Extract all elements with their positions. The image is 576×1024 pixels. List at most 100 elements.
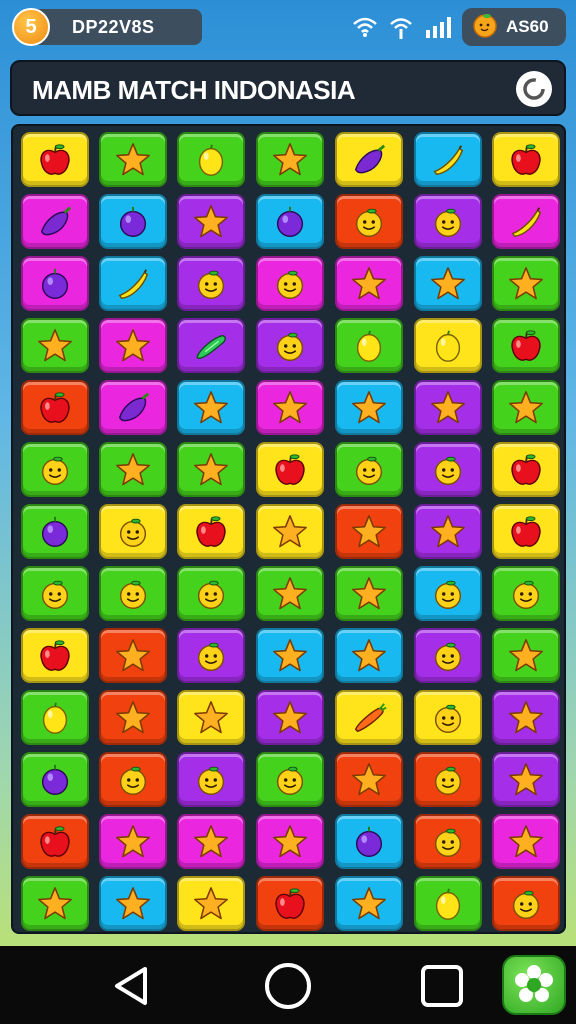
tile-r9-c4[interactable] xyxy=(256,628,324,683)
tile-r8-c6[interactable] xyxy=(414,566,482,621)
tile-r2-c6[interactable] xyxy=(414,194,482,249)
tile-r12-c1[interactable] xyxy=(21,814,89,869)
tile-r1-c1[interactable] xyxy=(21,132,89,187)
tile-r13-c1[interactable] xyxy=(21,876,89,931)
tile-r12-c4[interactable] xyxy=(256,814,324,869)
tile-r6-c4[interactable] xyxy=(256,442,324,497)
tile-r7-c6[interactable] xyxy=(414,504,482,559)
tile-r1-c2[interactable] xyxy=(99,132,167,187)
tile-r6-c1[interactable] xyxy=(21,442,89,497)
tile-r12-c3[interactable] xyxy=(177,814,245,869)
tile-r1-c5[interactable] xyxy=(335,132,403,187)
tile-r8-c5[interactable] xyxy=(335,566,403,621)
tile-r11-c6[interactable] xyxy=(414,752,482,807)
tile-r2-c5[interactable] xyxy=(335,194,403,249)
tile-r5-c4[interactable] xyxy=(256,380,324,435)
tile-r7-c7[interactable] xyxy=(492,504,560,559)
tile-r9-c7[interactable] xyxy=(492,628,560,683)
tile-r11-c4[interactable] xyxy=(256,752,324,807)
tile-r3-c5[interactable] xyxy=(335,256,403,311)
tile-r13-c3[interactable] xyxy=(177,876,245,931)
tile-r4-c4[interactable] xyxy=(256,318,324,373)
tile-r4-c2[interactable] xyxy=(99,318,167,373)
tile-r1-c4[interactable] xyxy=(256,132,324,187)
flower-button[interactable] xyxy=(502,955,566,1015)
tile-r7-c5[interactable] xyxy=(335,504,403,559)
tile-r12-c2[interactable] xyxy=(99,814,167,869)
face-icon xyxy=(429,575,467,613)
tile-r3-c1[interactable] xyxy=(21,256,89,311)
tile-r8-c4[interactable] xyxy=(256,566,324,621)
tile-r3-c3[interactable] xyxy=(177,256,245,311)
tile-r4-c5[interactable] xyxy=(335,318,403,373)
tile-r13-c7[interactable] xyxy=(492,876,560,931)
tile-r3-c6[interactable] xyxy=(414,256,482,311)
tile-r10-c3[interactable] xyxy=(177,690,245,745)
tile-r12-c7[interactable] xyxy=(492,814,560,869)
coins-pill[interactable]: AS60 xyxy=(462,8,566,46)
tile-r9-c6[interactable] xyxy=(414,628,482,683)
tile-r6-c7[interactable] xyxy=(492,442,560,497)
tile-r2-c2[interactable] xyxy=(99,194,167,249)
home-button[interactable] xyxy=(262,960,314,1012)
tile-r11-c3[interactable] xyxy=(177,752,245,807)
refresh-button[interactable] xyxy=(516,71,552,107)
tile-r5-c1[interactable] xyxy=(21,380,89,435)
tile-r4-c3[interactable] xyxy=(177,318,245,373)
tile-r3-c4[interactable] xyxy=(256,256,324,311)
tile-r4-c6[interactable] xyxy=(414,318,482,373)
tile-r1-c7[interactable] xyxy=(492,132,560,187)
tile-r3-c7[interactable] xyxy=(492,256,560,311)
tile-r8-c3[interactable] xyxy=(177,566,245,621)
tile-r2-c3[interactable] xyxy=(177,194,245,249)
tile-r3-c2[interactable] xyxy=(99,256,167,311)
tile-r7-c2[interactable] xyxy=(99,504,167,559)
tile-r5-c7[interactable] xyxy=(492,380,560,435)
tile-r9-c2[interactable] xyxy=(99,628,167,683)
tile-r13-c6[interactable] xyxy=(414,876,482,931)
tile-r11-c2[interactable] xyxy=(99,752,167,807)
tile-r7-c4[interactable] xyxy=(256,504,324,559)
back-button[interactable] xyxy=(106,960,158,1012)
tile-r2-c4[interactable] xyxy=(256,194,324,249)
tile-r6-c5[interactable] xyxy=(335,442,403,497)
tile-r10-c7[interactable] xyxy=(492,690,560,745)
tile-r4-c7[interactable] xyxy=(492,318,560,373)
tile-r12-c5[interactable] xyxy=(335,814,403,869)
tile-r8-c7[interactable] xyxy=(492,566,560,621)
tile-r6-c6[interactable] xyxy=(414,442,482,497)
tile-r9-c5[interactable] xyxy=(335,628,403,683)
tile-r5-c5[interactable] xyxy=(335,380,403,435)
tile-r1-c3[interactable] xyxy=(177,132,245,187)
tile-r9-c3[interactable] xyxy=(177,628,245,683)
face-icon xyxy=(350,451,388,489)
tile-r7-c1[interactable] xyxy=(21,504,89,559)
tile-r10-c5[interactable] xyxy=(335,690,403,745)
level-badge[interactable]: 5 xyxy=(12,8,50,46)
tile-r13-c4[interactable] xyxy=(256,876,324,931)
tile-r13-c2[interactable] xyxy=(99,876,167,931)
tile-r2-c1[interactable] xyxy=(21,194,89,249)
tile-r6-c2[interactable] xyxy=(99,442,167,497)
tile-r10-c2[interactable] xyxy=(99,690,167,745)
tile-r11-c5[interactable] xyxy=(335,752,403,807)
tile-r5-c6[interactable] xyxy=(414,380,482,435)
recents-button[interactable] xyxy=(416,960,468,1012)
tile-r10-c6[interactable] xyxy=(414,690,482,745)
tile-r10-c1[interactable] xyxy=(21,690,89,745)
tile-r5-c3[interactable] xyxy=(177,380,245,435)
tile-r9-c1[interactable] xyxy=(21,628,89,683)
tile-r8-c2[interactable] xyxy=(99,566,167,621)
tile-r10-c4[interactable] xyxy=(256,690,324,745)
tile-r11-c7[interactable] xyxy=(492,752,560,807)
tile-r6-c3[interactable] xyxy=(177,442,245,497)
tile-r11-c1[interactable] xyxy=(21,752,89,807)
tile-r1-c6[interactable] xyxy=(414,132,482,187)
tile-r7-c3[interactable] xyxy=(177,504,245,559)
tile-r5-c2[interactable] xyxy=(99,380,167,435)
tile-r2-c7[interactable] xyxy=(492,194,560,249)
tile-r13-c5[interactable] xyxy=(335,876,403,931)
tile-r12-c6[interactable] xyxy=(414,814,482,869)
tile-r8-c1[interactable] xyxy=(21,566,89,621)
tile-r4-c1[interactable] xyxy=(21,318,89,373)
